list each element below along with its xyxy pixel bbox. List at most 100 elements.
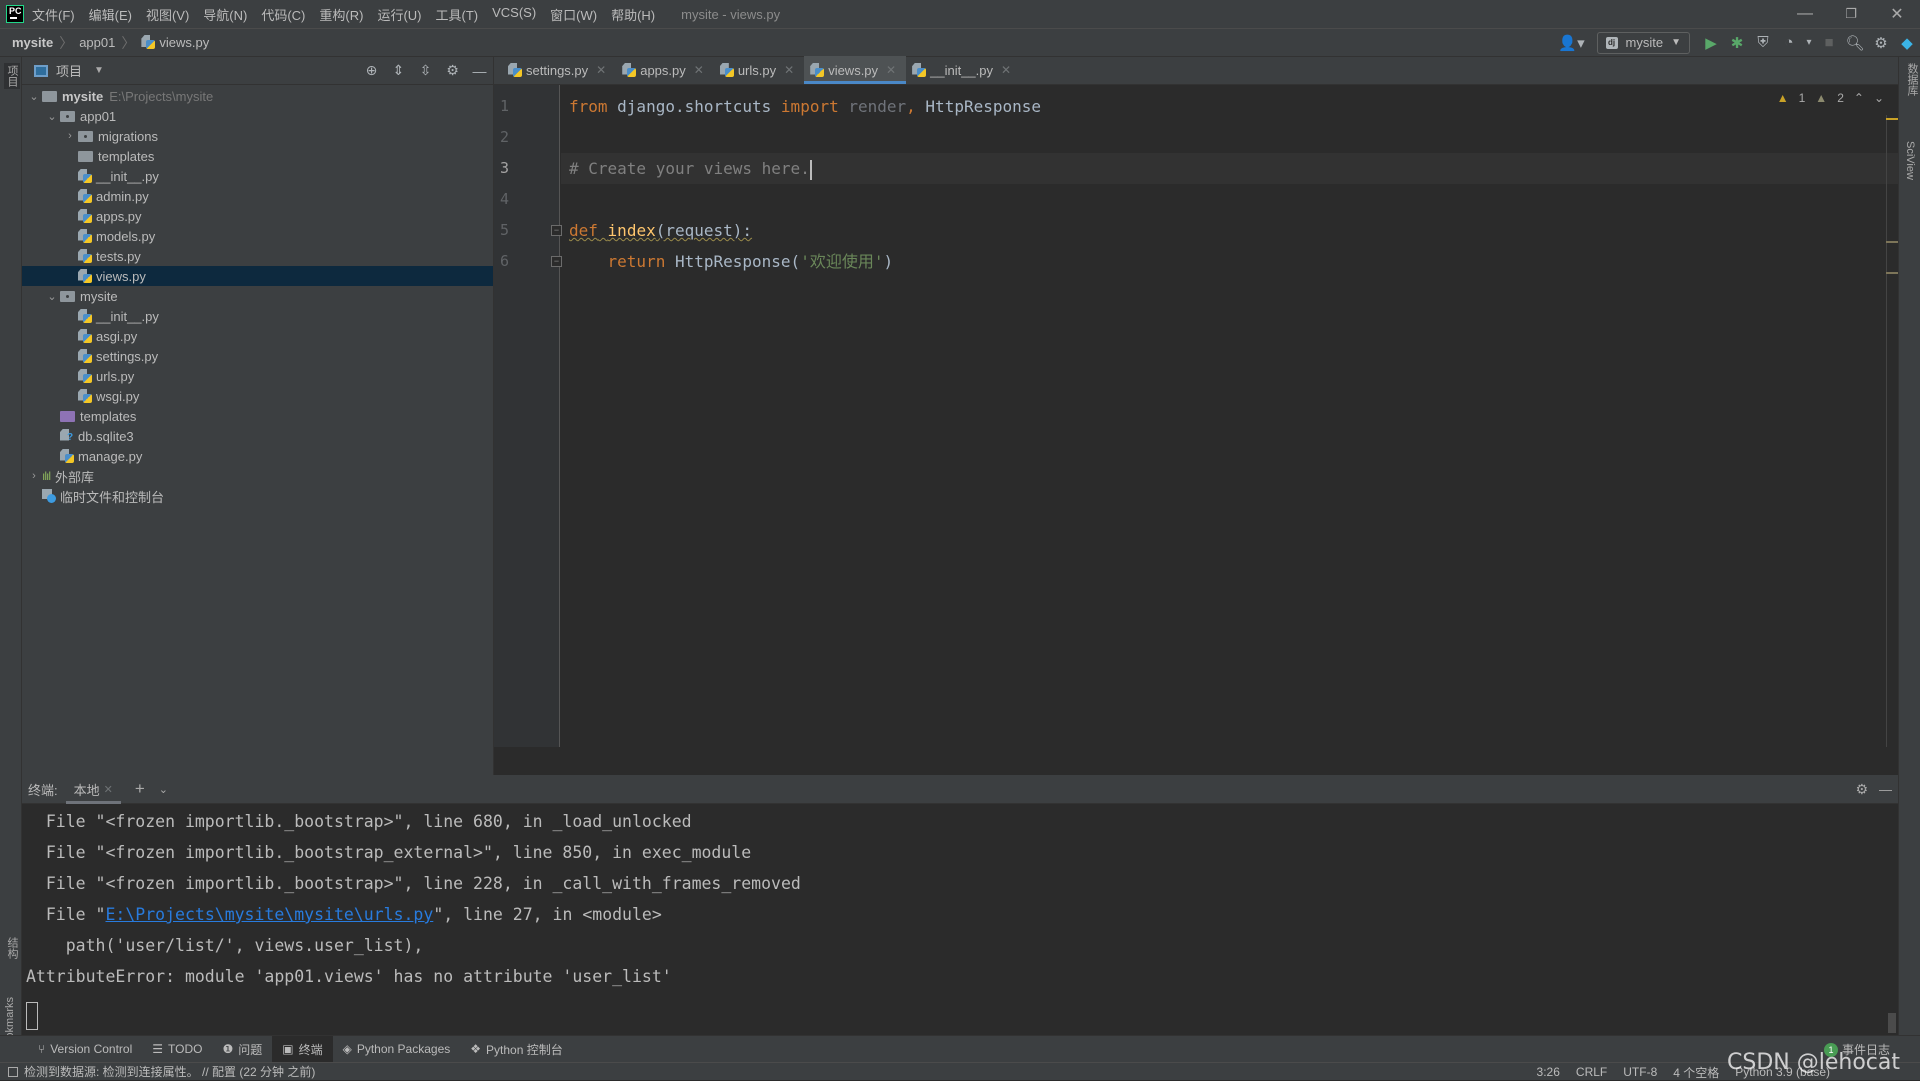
close-button[interactable]: ✕: [1874, 0, 1920, 28]
tool-window-button[interactable]: ❖ Python 控制台: [460, 1036, 572, 1063]
tree-item[interactable]: templates: [22, 146, 493, 166]
code-line[interactable]: def index(request):: [561, 215, 1898, 246]
project-tool-button[interactable]: 项目: [4, 63, 20, 89]
database-tool-button[interactable]: 数据库: [1904, 63, 1920, 96]
editor-tab[interactable]: __init__.py ✕: [906, 56, 1021, 84]
error-stripe[interactable]: [1886, 115, 1898, 747]
run-config-selector[interactable]: dj mysite ▼: [1596, 31, 1690, 54]
coverage-icon[interactable]: ⛨: [1750, 30, 1776, 56]
tool-window-button[interactable]: ◈ Python Packages: [333, 1036, 461, 1063]
code-editor[interactable]: from django.shortcuts import render, Htt…: [561, 85, 1898, 747]
stop-icon[interactable]: ■: [1816, 30, 1842, 56]
close-icon[interactable]: ✕: [886, 63, 896, 77]
terminal-output[interactable]: File "<frozen importlib._bootstrap>", li…: [22, 804, 1898, 1035]
tree-item[interactable]: views.py: [22, 266, 493, 286]
chevron-down-icon[interactable]: ⌄: [44, 290, 60, 303]
close-icon[interactable]: ✕: [694, 63, 704, 77]
locate-file-icon[interactable]: ⊕: [358, 57, 385, 85]
menu-item[interactable]: 工具(T): [435, 5, 478, 24]
search-icon[interactable]: 🔍︎: [1842, 30, 1868, 56]
profile-icon[interactable]: ◔: [1776, 30, 1802, 56]
terminal-tab-local[interactable]: 本地 ✕: [65, 775, 122, 804]
weak-warning-marker[interactable]: [1886, 272, 1898, 274]
code-line[interactable]: from django.shortcuts import render, Htt…: [561, 91, 1898, 122]
tree-item[interactable]: apps.py: [22, 206, 493, 226]
menu-item[interactable]: 帮助(H): [611, 5, 655, 24]
close-icon[interactable]: ✕: [1001, 63, 1011, 77]
tree-item[interactable]: › migrations: [22, 126, 493, 146]
tree-item[interactable]: ⌄ mysite E:\Projects\mysite: [22, 86, 493, 106]
tree-item[interactable]: models.py: [22, 226, 493, 246]
more-run-chevron-icon[interactable]: ▾: [1802, 30, 1816, 56]
line-ending[interactable]: CRLF: [1576, 1065, 1607, 1079]
status-message[interactable]: 检测到数据源: 检测到连接属性。 // 配置 (22 分钟 之前): [24, 1063, 315, 1080]
menu-item[interactable]: 视图(V): [146, 5, 189, 24]
chevron-down-icon[interactable]: ▼: [94, 65, 104, 76]
project-view-selector[interactable]: 项目: [56, 61, 82, 80]
expand-all-icon[interactable]: ⇕: [385, 57, 412, 85]
editor-tab[interactable]: apps.py ✕: [616, 56, 714, 84]
gear-icon[interactable]: ⚙: [1855, 781, 1868, 798]
chevron-up-icon[interactable]: ⌃: [1854, 91, 1864, 105]
tool-window-button[interactable]: ⑂ Version Control: [28, 1036, 142, 1063]
menu-item[interactable]: 编辑(E): [89, 5, 132, 24]
chevron-down-icon[interactable]: ⌄: [44, 110, 60, 123]
tree-item[interactable]: tests.py: [22, 246, 493, 266]
sciview-tool-button[interactable]: SciView: [1904, 141, 1916, 180]
minimize-button[interactable]: —: [1782, 0, 1828, 28]
chevron-right-icon[interactable]: ›: [62, 130, 78, 142]
code-line[interactable]: [561, 122, 1898, 153]
tree-item[interactable]: wsgi.py: [22, 386, 493, 406]
caret-position[interactable]: 3:26: [1537, 1065, 1560, 1079]
status-panel-icon[interactable]: [8, 1066, 18, 1077]
code-line[interactable]: # Create your views here.: [561, 153, 1898, 184]
account-icon[interactable]: 👤▾: [1555, 30, 1589, 56]
editor-tab[interactable]: views.py ✕: [804, 56, 907, 84]
plugin-logo-icon[interactable]: ◆: [1894, 30, 1920, 56]
tree-item[interactable]: ⌄ mysite: [22, 286, 493, 306]
collapse-all-icon[interactable]: ⇳: [412, 57, 439, 85]
menu-item[interactable]: 导航(N): [203, 5, 247, 24]
close-icon[interactable]: ✕: [784, 63, 794, 77]
tree-item[interactable]: admin.py: [22, 186, 493, 206]
tree-item[interactable]: asgi.py: [22, 326, 493, 346]
menu-item[interactable]: 文件(F): [32, 5, 75, 24]
menu-item[interactable]: 代码(C): [261, 5, 305, 24]
breadcrumb-file[interactable]: views.py: [159, 35, 209, 50]
tree-item[interactable]: › ılıl 外部库: [22, 466, 493, 486]
weak-warning-marker[interactable]: [1886, 241, 1898, 243]
menu-item[interactable]: 运行(U): [377, 5, 421, 24]
tree-item[interactable]: urls.py: [22, 366, 493, 386]
tree-item[interactable]: __init__.py: [22, 166, 493, 186]
close-icon[interactable]: ✕: [596, 63, 606, 77]
code-line[interactable]: return HttpResponse('欢迎使用'): [561, 246, 1898, 277]
tool-window-button[interactable]: ▣ 终端: [272, 1035, 333, 1063]
tool-window-button[interactable]: ☰ TODO: [142, 1036, 212, 1063]
tree-item[interactable]: templates: [22, 406, 493, 426]
close-icon[interactable]: ✕: [104, 783, 113, 796]
gear-icon[interactable]: ⚙: [439, 57, 466, 85]
hide-panel-icon[interactable]: —: [1879, 782, 1892, 797]
tool-window-button[interactable]: ❶ 问题: [212, 1036, 272, 1063]
file-encoding[interactable]: UTF-8: [1623, 1065, 1657, 1079]
structure-tool-button[interactable]: 结构: [4, 937, 20, 959]
hide-panel-icon[interactable]: —: [466, 57, 493, 85]
terminal-scrollbar[interactable]: [1888, 1013, 1896, 1033]
warning-marker[interactable]: [1886, 118, 1898, 120]
new-terminal-icon[interactable]: +: [135, 779, 145, 799]
file-link[interactable]: E:\Projects\mysite\mysite\urls.py: [105, 905, 433, 924]
chevron-down-icon[interactable]: ⌄: [159, 783, 168, 796]
menu-item[interactable]: VCS(S): [492, 5, 536, 24]
code-line[interactable]: [561, 184, 1898, 215]
tree-item[interactable]: 临时文件和控制台: [22, 486, 493, 506]
menu-item[interactable]: 重构(R): [319, 5, 363, 24]
editor-tab[interactable]: settings.py ✕: [502, 56, 616, 84]
tree-item[interactable]: ⌄ app01: [22, 106, 493, 126]
restore-button[interactable]: ❐: [1828, 0, 1874, 28]
menu-item[interactable]: 窗口(W): [550, 5, 597, 24]
chevron-down-icon[interactable]: ⌄: [1874, 91, 1884, 105]
run-icon[interactable]: ▶: [1698, 30, 1724, 56]
tree-item[interactable]: manage.py: [22, 446, 493, 466]
indent-setting[interactable]: 4 个空格: [1673, 1064, 1719, 1081]
inspection-widget[interactable]: ▲ 1 ▲ 2 ⌃ ⌄: [1777, 91, 1884, 105]
